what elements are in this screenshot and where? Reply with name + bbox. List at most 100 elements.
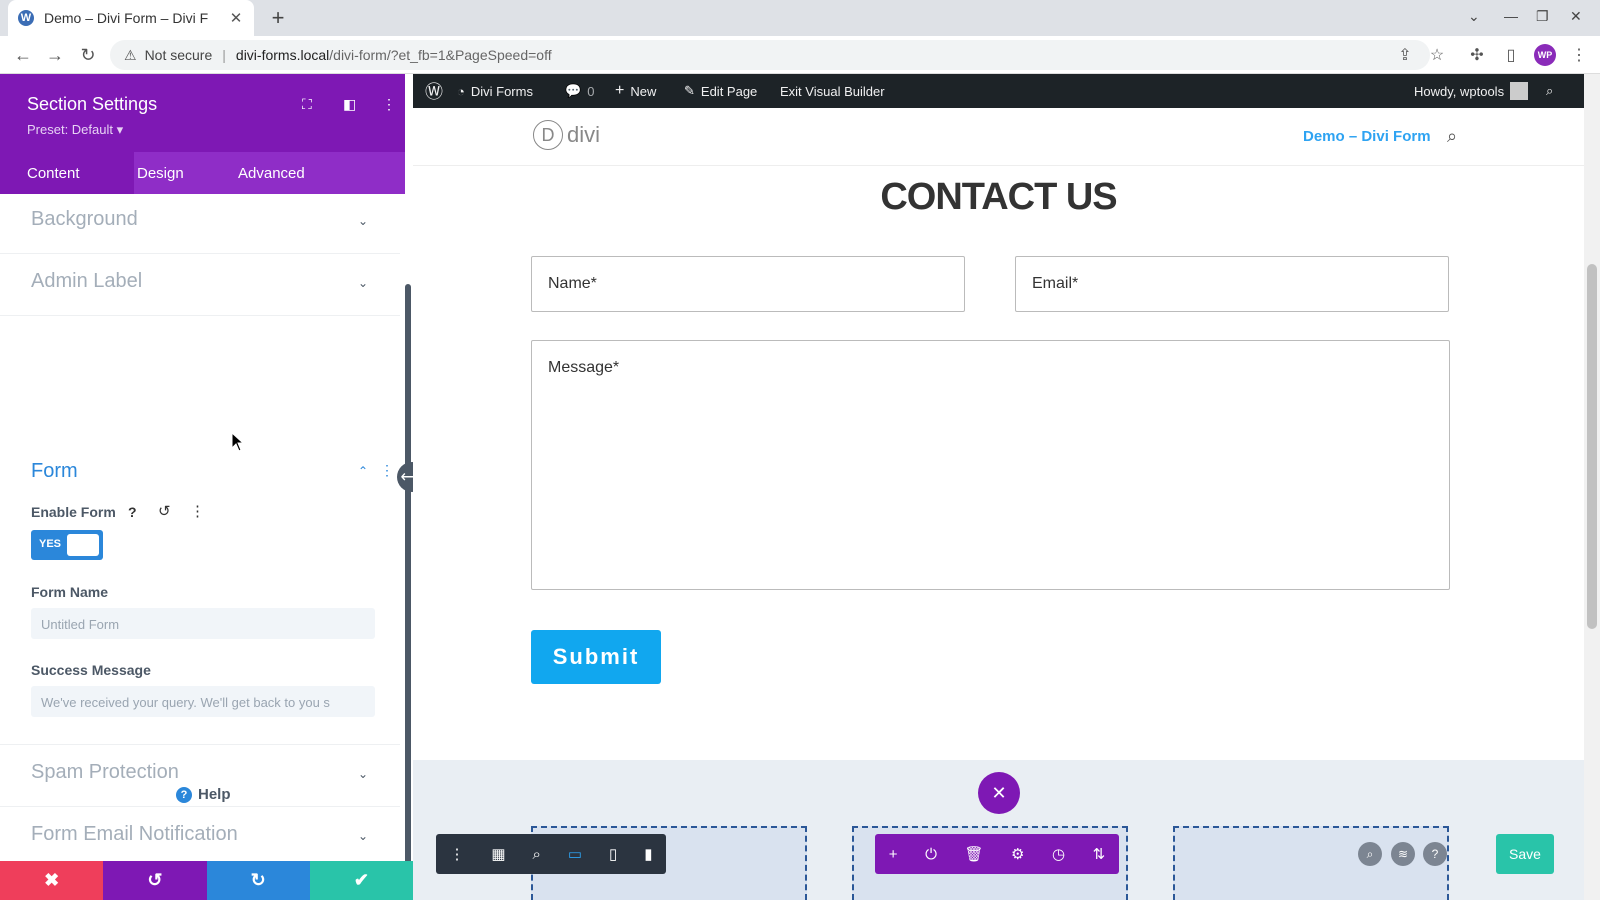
trash-icon[interactable]: 🗑: [964, 845, 983, 863]
discard-button[interactable]: ✖: [0, 861, 104, 900]
history-icon[interactable]: ◷: [1052, 845, 1065, 863]
url-host: divi-forms.local: [235, 47, 330, 63]
panel-body: Background ⌄ Admin Label ⌄ Form ⌃ ⋮ Enab…: [0, 194, 405, 866]
help-builder-icon[interactable]: ?: [1423, 842, 1447, 866]
extensions-icon[interactable]: ✣: [1466, 44, 1488, 66]
message-field[interactable]: Message*: [531, 340, 1450, 590]
field-menu-icon[interactable]: ⋮: [190, 502, 205, 520]
browser-tab[interactable]: W Demo – Divi Form – Divi F ✕: [8, 0, 254, 36]
new-label: New: [630, 83, 657, 99]
group-form-heading[interactable]: Form: [31, 460, 78, 483]
close-tab-icon[interactable]: ✕: [228, 9, 244, 27]
back-icon[interactable]: ←: [12, 44, 34, 66]
menu-item-demo[interactable]: Demo – Divi Form: [1303, 128, 1431, 145]
panel-menu-icon[interactable]: ⋮: [382, 96, 396, 113]
layers-icon[interactable]: ≋: [1391, 842, 1415, 866]
question-icon: ?: [176, 786, 192, 803]
reload-icon[interactable]: ↻: [77, 44, 99, 66]
add-icon[interactable]: +: [889, 846, 898, 863]
help-label: Help: [198, 786, 231, 803]
expand-icon[interactable]: ⛶: [302, 96, 312, 113]
zoom-icon[interactable]: ⌕: [533, 846, 541, 863]
name-field[interactable]: Name*: [531, 256, 965, 312]
page-scrollbar[interactable]: [1584, 74, 1600, 900]
account-menu[interactable]: Howdy, wptools: [1414, 74, 1529, 108]
email-field[interactable]: Email*: [1015, 256, 1449, 312]
bookmark-star-icon[interactable]: ☆: [1426, 44, 1448, 66]
more-menu-icon[interactable]: ⋮: [1568, 44, 1590, 66]
site-name: Divi Forms: [470, 83, 533, 99]
mouse-cursor-icon: [231, 432, 245, 452]
share-icon[interactable]: ⇪: [1394, 44, 1416, 66]
chevron-down-icon: ⌄: [358, 829, 369, 843]
site-logo[interactable]: D divi: [533, 120, 600, 150]
wordpress-logo-icon[interactable]: Ⓦ: [425, 74, 443, 108]
save-button[interactable]: Save: [1496, 834, 1554, 874]
tab-advanced[interactable]: Advanced: [238, 152, 305, 194]
group-admin-label[interactable]: Admin Label ⌄: [0, 254, 400, 316]
new-link[interactable]: + New: [615, 74, 656, 108]
close-icon[interactable]: ✕: [978, 772, 1020, 814]
help-link[interactable]: ? Help: [176, 786, 231, 803]
submit-button[interactable]: Submit: [531, 630, 661, 684]
wireframe-icon[interactable]: ▦: [491, 845, 505, 863]
restore-icon[interactable]: ❐: [1536, 8, 1549, 25]
group-label: Admin Label: [31, 270, 143, 292]
settings-gear-icon[interactable]: ⚙: [1011, 845, 1024, 863]
builder-actions-toolbar: + ⏻ 🗑 ⚙ ◷ ⇅: [875, 834, 1119, 874]
tab-content[interactable]: Content: [0, 152, 134, 194]
desktop-view-icon[interactable]: ▭: [568, 845, 582, 863]
enable-form-toggle[interactable]: YES: [31, 530, 103, 560]
toggle-knob: [67, 534, 99, 556]
search-builder-icon[interactable]: ⌕: [1358, 842, 1382, 866]
form-name-input[interactable]: Untitled Form: [31, 608, 375, 639]
reset-icon[interactable]: ↺: [158, 502, 171, 520]
panel-scrollbar[interactable]: [405, 284, 411, 864]
new-tab-button[interactable]: +: [266, 5, 290, 30]
panel-header: Section Settings Preset: Default ▾ ⛶ ◧ ⋮: [0, 74, 413, 152]
split-view-icon[interactable]: ◧: [343, 96, 356, 113]
browser-toolbar: ← → ↻ ⚠ Not secure | divi-forms.local /d…: [0, 36, 1600, 74]
portability-icon[interactable]: ⇅: [1093, 845, 1106, 863]
security-label: Not secure: [144, 47, 213, 63]
page-heading: CONTACT US: [880, 176, 1117, 218]
logo-text: divi: [567, 122, 601, 147]
url-bar[interactable]: ⚠ Not secure | divi-forms.local /divi-fo…: [110, 40, 1430, 70]
chevron-up-icon[interactable]: ⌃: [358, 464, 368, 478]
group-email-notification[interactable]: Form Email Notification ⌄: [0, 807, 400, 866]
power-icon[interactable]: ⏻: [925, 846, 937, 863]
phone-view-icon[interactable]: ▮: [644, 845, 652, 863]
search-icon[interactable]: ⌕: [1546, 74, 1553, 108]
close-window-icon[interactable]: ✕: [1570, 8, 1582, 25]
site-header: D divi Demo – Divi Form ⌕: [413, 108, 1584, 166]
form-name-label: Form Name: [31, 584, 109, 600]
save-settings-button[interactable]: ✔: [309, 861, 413, 900]
sidebar-icon[interactable]: ▯: [1500, 44, 1522, 66]
tab-design[interactable]: Design: [137, 152, 184, 194]
help-icon[interactable]: ?: [128, 504, 137, 520]
page-scroll-thumb[interactable]: [1587, 264, 1597, 629]
tab-title: Demo – Divi Form – Divi F: [44, 10, 209, 26]
preset-selector[interactable]: Preset: Default ▾: [27, 122, 123, 138]
tab-search-icon[interactable]: ⌄: [1468, 8, 1480, 25]
exit-visual-builder-link[interactable]: Exit Visual Builder: [780, 74, 885, 108]
comment-count: 0: [587, 83, 595, 99]
comments-link[interactable]: 💬 0: [565, 74, 594, 108]
section-settings-panel: Section Settings Preset: Default ▾ ⛶ ◧ ⋮…: [0, 74, 413, 900]
url-path: /divi-form/?et_fb=1&PageSpeed=off: [329, 47, 552, 63]
warning-icon: ⚠: [124, 46, 137, 63]
minimize-icon[interactable]: —: [1504, 8, 1518, 24]
menu-dots-icon[interactable]: ⋮: [449, 845, 464, 863]
site-name-link[interactable]: ◔ Divi Forms: [457, 74, 533, 108]
edit-page-link[interactable]: ✎ Edit Page: [684, 74, 757, 108]
success-message-input[interactable]: We've received your query. We'll get bac…: [31, 686, 375, 717]
profile-avatar[interactable]: WP: [1534, 44, 1556, 66]
user-avatar: [1510, 82, 1529, 100]
group-background[interactable]: Background ⌄: [0, 194, 400, 254]
forward-icon[interactable]: →: [44, 44, 66, 66]
group-menu-icon[interactable]: ⋮: [380, 462, 394, 479]
undo-button[interactable]: ↺: [103, 861, 207, 900]
redo-button[interactable]: ↻: [206, 861, 310, 900]
tablet-view-icon[interactable]: ▯: [609, 845, 617, 863]
site-search-icon[interactable]: ⌕: [1447, 126, 1457, 147]
